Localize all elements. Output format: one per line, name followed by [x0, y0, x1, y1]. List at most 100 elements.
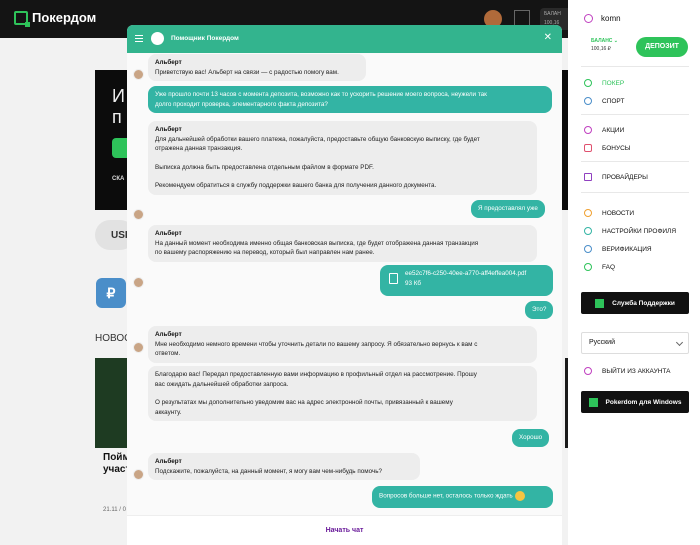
chat-icon — [584, 263, 592, 271]
divider — [581, 161, 689, 162]
user-message: Хорошо — [512, 429, 550, 447]
sidebar-item-faq[interactable]: FAQ — [584, 263, 615, 271]
brand-name: Покердом — [32, 10, 97, 25]
deposit-button[interactable]: ДЕПОЗИТ — [636, 37, 688, 57]
chevron-down-icon — [675, 338, 684, 347]
message-text: Вопросов больше нет, осталось только жда… — [379, 492, 513, 500]
sidebar-item-promotions[interactable]: АКЦИИ — [584, 126, 624, 134]
sidebar-item-label: ПРОВАЙДЕРЫ — [602, 173, 648, 181]
sidebar-item-label: АКЦИИ — [602, 126, 625, 134]
divider — [581, 192, 689, 193]
sidebar-item-label: ВЕРИФИКАЦИЯ — [602, 245, 652, 253]
gift-icon[interactable] — [514, 10, 530, 26]
message-text: долго проходит проверка, элементарного ф… — [155, 100, 328, 108]
balance-label: БАЛАНС ⌄ — [591, 38, 619, 44]
message-text: Приветствую вас! Альберт на связи — с ра… — [155, 68, 339, 76]
user-profile[interactable]: komn — [584, 14, 621, 23]
agent-message: Альберт Мне необходимо немного времени ч… — [148, 326, 537, 363]
message-text: Хорошо — [519, 434, 543, 441]
agent-message: Благодарю вас! Передал предоставленную в… — [148, 366, 537, 421]
chat-title: Помощник Покердом — [171, 35, 239, 42]
message-text: Мне необходимо немного времени чтобы уто… — [155, 340, 478, 348]
language-select[interactable]: Русский — [581, 332, 689, 354]
message-text: отражена данная транзакция. — [155, 145, 243, 152]
message-text: вас ожидать дальнейшей обработки запроса… — [155, 380, 289, 388]
news-heading: НОВОС — [95, 333, 132, 344]
sidebar-item-news[interactable]: НОВОСТИ — [584, 209, 634, 217]
message-text: Рекомендуем обратиться в службу поддержк… — [155, 182, 437, 189]
message-text: по вашему распоряжению на перевод, котор… — [155, 249, 375, 256]
menu-icon[interactable] — [135, 35, 143, 42]
logout-icon — [584, 367, 592, 375]
gift-icon — [584, 144, 592, 152]
star-icon — [584, 126, 592, 134]
message-text: Для дальнейшей обработки вашего платежа,… — [155, 135, 480, 143]
agent-avatar — [133, 69, 144, 80]
start-chat-button[interactable]: Начать чат — [127, 515, 562, 545]
sidebar-item-sport[interactable]: СПОРТ — [584, 97, 624, 105]
agent-message: Альберт Приветствую вас! Альберт на связ… — [148, 54, 366, 81]
sidebar-item-label: FAQ — [602, 263, 616, 271]
message-text: Выписка должна быть предоставлена отдель… — [155, 163, 374, 171]
agent-message: Альберт Подскажите, пожалуйста, на данны… — [148, 453, 420, 480]
message-text: Благодарю вас! Передал предоставленную в… — [155, 371, 477, 378]
sidebar-item-providers[interactable]: ПРОВАЙДЕРЫ — [584, 173, 648, 181]
message-text: На данный момент необходима именно общая… — [155, 239, 479, 247]
logo-icon — [14, 10, 30, 27]
chat-header: Помощник Покердом ✕ — [127, 25, 562, 53]
sidebar-item-label: БОНУСЫ — [602, 144, 631, 152]
divider — [581, 114, 689, 115]
agent-name: Альберт — [155, 458, 182, 465]
windows-app-label: Pokerdom для Windows — [605, 398, 682, 406]
balance-box[interactable]: БАЛАНС ⌄ 100,16 ₽ ДЕПОЗИТ — [581, 37, 689, 57]
sidebar-item-verification[interactable]: ВЕРИФИКАЦИЯ — [584, 245, 652, 253]
sidebar-item-label: НОВОСТИ — [602, 209, 635, 217]
support-label: Служба Поддержки — [612, 299, 675, 307]
balance-value: 100,16 ₽ — [591, 46, 611, 52]
support-button[interactable]: Служба Поддержки — [581, 292, 689, 314]
gear-icon — [584, 227, 592, 235]
news-image[interactable] — [95, 358, 130, 448]
sidebar-item-bonuses[interactable]: БОНУСЫ — [584, 144, 631, 152]
banner-subtext: СКА — [112, 176, 125, 182]
message-text: О результатах мы дополнительно уведомим … — [155, 399, 453, 406]
spade-icon — [584, 79, 592, 87]
chat-window: Помощник Покердом ✕ Альберт Приветствую … — [127, 25, 562, 545]
agent-avatar — [133, 277, 144, 288]
assistant-logo — [151, 32, 164, 45]
file-size: 93 Кб — [405, 279, 422, 287]
logout-label: ВЫЙТИ ИЗ АККАУНТА — [602, 367, 671, 375]
news-date: 21.11 / 0 — [103, 507, 126, 513]
grid-icon — [584, 173, 592, 181]
windows-app-button[interactable]: Pokerdom для Windows — [581, 391, 689, 413]
sidebar-item-profile-settings[interactable]: НАСТРОЙКИ ПРОФИЛЯ — [584, 227, 676, 235]
username: komn — [601, 14, 621, 23]
banner-title: И п — [112, 86, 125, 128]
ruble-coin-icon: ₽ — [96, 278, 126, 308]
user-icon — [584, 14, 593, 23]
file-attachment[interactable]: ee52c7f6-c250-40ee-a770-aff4effea004.pdf… — [380, 265, 553, 296]
chat-messages[interactable]: Альберт Приветствую вас! Альберт на связ… — [127, 53, 562, 515]
message-text: Я предоставлял уже — [478, 205, 538, 212]
sidebar-item-poker[interactable]: ПОКЕР — [584, 79, 624, 87]
account-sidebar: komn БАЛАНС ⌄ 100,16 ₽ ДЕПОЗИТ ПОКЕР СПО… — [568, 0, 700, 545]
sidebar-item-label: СПОРТ — [602, 97, 625, 105]
agent-name: Альберт — [155, 126, 182, 133]
agent-avatar — [133, 469, 144, 480]
agent-avatar — [133, 342, 144, 353]
sidebar-item-label: ПОКЕР — [602, 79, 625, 87]
user-message: Вопросов больше нет, осталось только жда… — [372, 486, 553, 508]
ball-icon — [584, 97, 592, 105]
language-value: Русский — [589, 339, 615, 346]
agent-name: Альберт — [155, 331, 182, 338]
smile-emoji-icon — [514, 491, 525, 501]
brand-logo[interactable]: Покердом — [14, 10, 97, 27]
support-icon — [595, 298, 605, 308]
close-icon[interactable]: ✕ — [544, 32, 552, 43]
banner-title-line1: И — [112, 86, 125, 106]
agent-name: Альберт — [155, 230, 182, 237]
bulb-icon — [584, 209, 592, 217]
windows-icon — [588, 397, 598, 407]
logout-link[interactable]: ВЫЙТИ ИЗ АККАУНТА — [584, 367, 671, 375]
check-icon — [584, 245, 592, 253]
